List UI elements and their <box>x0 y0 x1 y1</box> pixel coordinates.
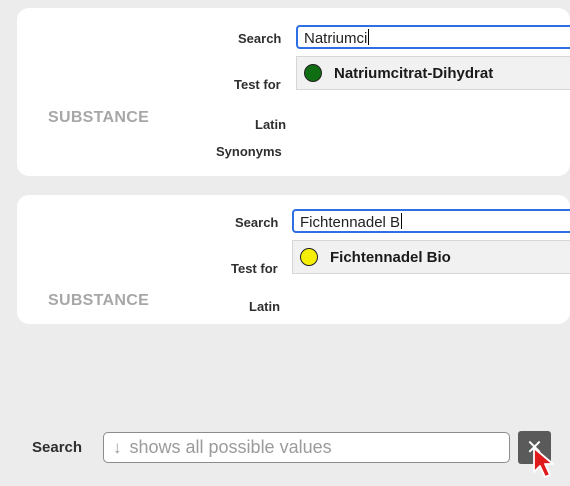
substance-card-2: SUBSTANCE Search Fichtennadel B Fichtenn… <box>17 195 570 324</box>
test-for-label: Test for <box>231 261 278 276</box>
dropdown-option[interactable]: Fichtennadel Bio <box>292 240 570 274</box>
dropdown-option[interactable]: Natriumcitrat-Dihydrat <box>296 56 570 90</box>
option-label: Fichtennadel Bio <box>330 248 451 266</box>
filter-search-input[interactable]: ↓ shows all possible values <box>103 432 510 463</box>
text-caret <box>401 213 403 229</box>
mouse-pointer-icon <box>533 447 554 478</box>
latin-label: Latin <box>255 117 287 132</box>
substance-search-input[interactable]: Natriumci <box>296 25 570 49</box>
search-input-value: Natriumci <box>304 30 368 47</box>
down-arrow-icon: ↓ <box>113 437 122 457</box>
circle-yellow-icon <box>300 248 318 266</box>
search-label: Search <box>235 215 279 230</box>
bottom-search-label: Search <box>32 439 83 456</box>
substance-label: SUBSTANCE <box>48 109 150 126</box>
text-caret <box>368 29 370 45</box>
test-for-label: Test for <box>234 77 281 92</box>
search-input-value: Fichtennadel B <box>300 214 401 231</box>
substance-search-input[interactable]: Fichtennadel B <box>292 209 570 233</box>
substance-label: SUBSTANCE <box>48 292 150 309</box>
latin-label: Latin <box>249 299 281 314</box>
search-label: Search <box>238 31 282 46</box>
option-label: Natriumcitrat-Dihydrat <box>334 64 494 82</box>
search-placeholder: shows all possible values <box>129 437 332 457</box>
circle-green-icon <box>304 64 322 82</box>
synonyms-label: Synonyms <box>216 144 282 159</box>
substance-card-1: SUBSTANCE Search Natriumci Natriumcitrat… <box>17 8 570 176</box>
